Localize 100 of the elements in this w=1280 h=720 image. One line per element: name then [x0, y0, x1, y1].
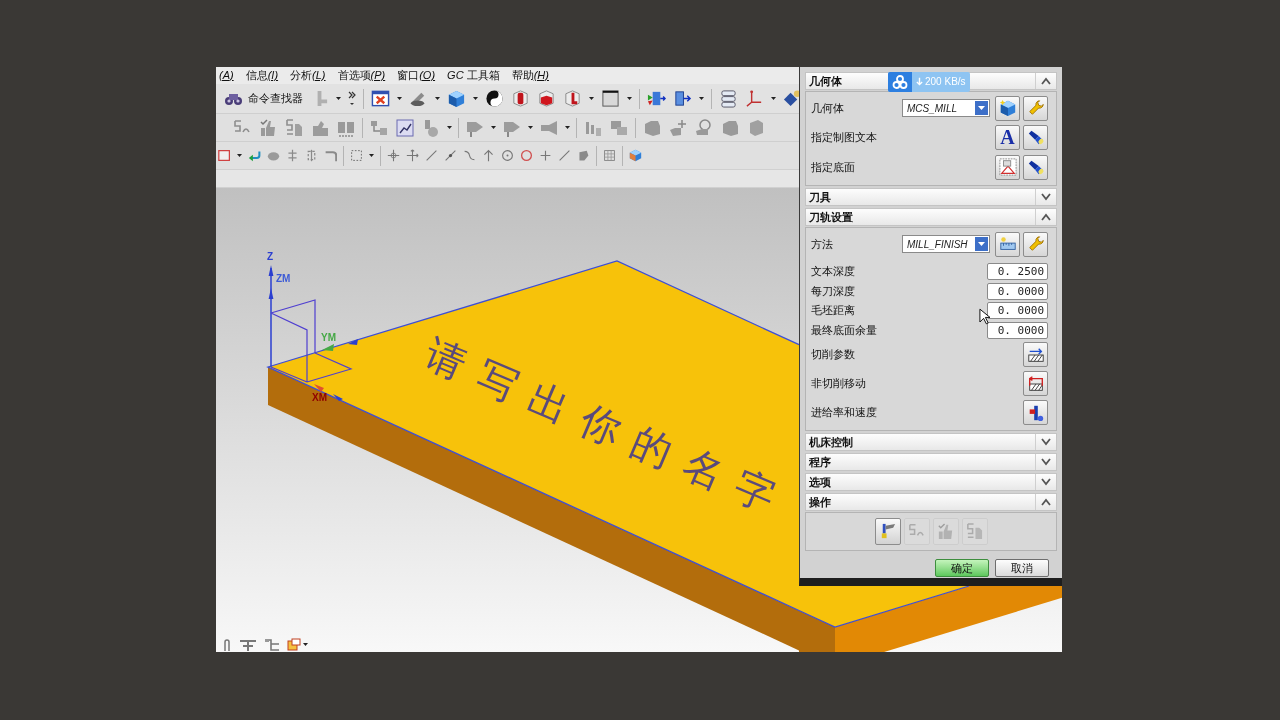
- icon-button[interactable]: [1023, 154, 1048, 180]
- line-icon[interactable]: [558, 149, 571, 162]
- letter-button[interactable]: A: [995, 124, 1020, 150]
- icon-button[interactable]: [1023, 342, 1048, 367]
- diamond-icon[interactable]: [783, 89, 802, 108]
- panel-arrow-icon[interactable]: [673, 89, 692, 108]
- menu-item[interactable]: GC 工具箱: [445, 70, 502, 81]
- chevron-up-icon[interactable]: [1040, 77, 1052, 85]
- caret-icon[interactable]: [237, 154, 242, 157]
- caret-icon[interactable]: [699, 97, 704, 100]
- shape-circle-icon[interactable]: [694, 117, 714, 138]
- panel-arrow-icon[interactable]: [647, 89, 666, 108]
- icon-button[interactable]: [995, 231, 1020, 257]
- caret-icon[interactable]: [303, 643, 308, 646]
- dashed-rectangle-icon[interactable]: [350, 149, 363, 162]
- section-header[interactable]: 刀轨设置: [805, 208, 1057, 226]
- thumbs-up-icon[interactable]: [258, 117, 278, 138]
- dropdown[interactable]: MCS_MILL: [902, 99, 990, 117]
- section-header[interactable]: 选项: [805, 473, 1057, 491]
- turn-arrow-icon[interactable]: [248, 149, 261, 162]
- caret-icon[interactable]: [771, 97, 776, 100]
- section-header[interactable]: 程序: [805, 453, 1057, 471]
- dialog-button[interactable]: 取消: [995, 559, 1049, 577]
- icon-button[interactable]: [1023, 124, 1048, 150]
- number-field[interactable]: 0. 0000: [987, 302, 1048, 320]
- move-icon[interactable]: [406, 149, 419, 162]
- section-header[interactable]: 操作: [805, 493, 1057, 511]
- cylinder-icon[interactable]: [511, 89, 530, 108]
- boxes-icon[interactable]: [287, 638, 301, 651]
- caret-icon[interactable]: [491, 126, 496, 129]
- icon-button[interactable]: [1023, 400, 1048, 425]
- chart-icon[interactable]: [395, 117, 415, 138]
- curve-icon[interactable]: [463, 149, 476, 162]
- circle-icon[interactable]: [520, 149, 533, 162]
- menu-item[interactable]: 信息(I): [243, 70, 281, 81]
- flashlight-icon: [1026, 128, 1045, 146]
- split-icon[interactable]: [286, 149, 299, 162]
- cube-icon[interactable]: [447, 89, 466, 108]
- number-field[interactable]: 0. 2500: [987, 263, 1048, 281]
- box-icon[interactable]: [218, 149, 231, 162]
- icon-button[interactable]: [1023, 371, 1048, 396]
- chevron-down-icon[interactable]: [1040, 458, 1052, 466]
- menu-item[interactable]: (A): [217, 70, 236, 81]
- icon-button[interactable]: [995, 95, 1020, 121]
- caret-icon[interactable]: [565, 126, 570, 129]
- layers-icon[interactable]: [719, 89, 738, 108]
- line-point-icon[interactable]: [444, 149, 457, 162]
- caret-icon[interactable]: [336, 97, 341, 100]
- menu-item[interactable]: 窗口(O): [395, 70, 438, 81]
- chevron-down-icon[interactable]: [1040, 193, 1052, 201]
- axis-label: Z: [267, 252, 274, 262]
- menu-item[interactable]: 首选项(P): [335, 70, 388, 81]
- hook-icon[interactable]: [324, 149, 337, 162]
- arrow-up-icon[interactable]: [482, 149, 495, 162]
- circles-icon: [892, 75, 908, 89]
- icon-button[interactable]: [874, 518, 901, 545]
- tree-icon[interactable]: [264, 638, 280, 651]
- chevron-down-icon[interactable]: [1040, 478, 1052, 486]
- line-icon[interactable]: [425, 149, 438, 162]
- command-finder-button[interactable]: 命令查找器: [224, 89, 303, 108]
- chevron-up-icon[interactable]: [1040, 213, 1052, 221]
- l-shape-icon[interactable]: [563, 89, 582, 108]
- axis-label: YM: [321, 333, 336, 343]
- caret-icon[interactable]: [589, 97, 594, 100]
- grid-icon[interactable]: [603, 149, 616, 162]
- caret-icon[interactable]: [447, 126, 452, 129]
- chevron-up-icon[interactable]: [1040, 498, 1052, 506]
- block-icon[interactable]: [537, 89, 556, 108]
- junction-icon[interactable]: [239, 638, 257, 651]
- field-label: 最终底面余量: [811, 324, 877, 336]
- caret-icon[interactable]: [528, 126, 533, 129]
- dashed-split-icon[interactable]: [305, 149, 318, 162]
- chevron-down-icon[interactable]: [1040, 438, 1052, 446]
- square-icon[interactable]: [601, 89, 620, 108]
- dialog-button[interactable]: 确定: [935, 559, 989, 577]
- number-field[interactable]: 0. 0000: [987, 282, 1048, 300]
- plus-icon[interactable]: [539, 149, 552, 162]
- mouse-pointer-icon: [979, 308, 990, 325]
- number-field[interactable]: 0. 0000: [987, 321, 1048, 339]
- arch-icon[interactable]: [222, 638, 232, 651]
- shape-icon[interactable]: [577, 149, 590, 162]
- section-header[interactable]: 刀具: [805, 188, 1057, 206]
- cube-icon[interactable]: [629, 149, 642, 162]
- circle-icon[interactable]: [501, 149, 514, 162]
- crosshair-icon[interactable]: [387, 149, 400, 162]
- caret-icon[interactable]: [397, 97, 402, 100]
- axes-icon[interactable]: [745, 89, 764, 108]
- dropdown[interactable]: MILL_FINISH: [902, 235, 990, 253]
- icon-button[interactable]: [995, 154, 1020, 180]
- menu-item[interactable]: 帮助(H): [509, 70, 551, 81]
- section-header[interactable]: 机床控制: [805, 433, 1057, 451]
- double-chevron-icon[interactable]: [348, 90, 356, 107]
- field-label: 文本深度: [811, 266, 855, 278]
- caret-icon[interactable]: [369, 154, 374, 157]
- caret-icon[interactable]: [627, 97, 632, 100]
- caret-icon[interactable]: [473, 97, 478, 100]
- yin-yang-icon[interactable]: [485, 89, 504, 108]
- caret-icon[interactable]: [435, 97, 440, 100]
- menu-item[interactable]: 分析(L): [288, 70, 328, 81]
- window-x-icon[interactable]: [371, 89, 390, 108]
